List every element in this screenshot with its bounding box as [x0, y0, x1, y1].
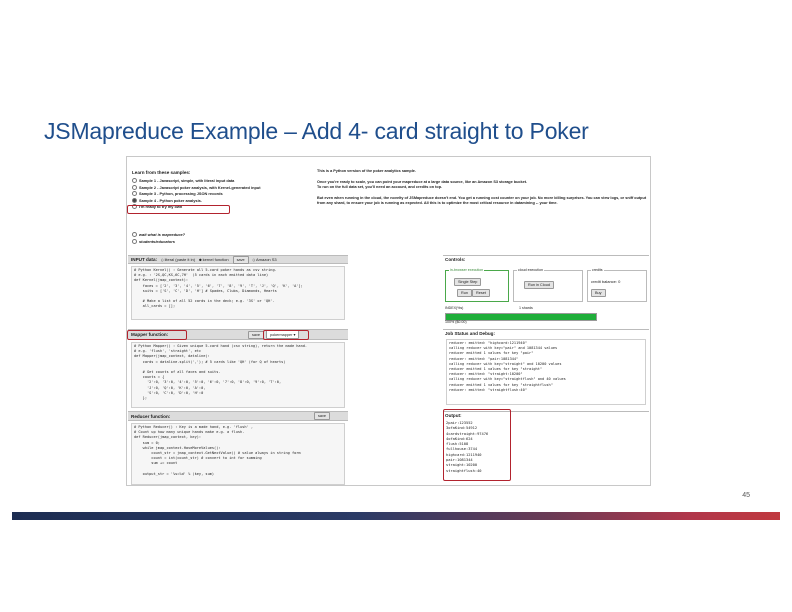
- reset-button[interactable]: Reset: [472, 289, 490, 297]
- browser-exec-group: in-browser execution Single Step Run Res…: [445, 268, 509, 302]
- highlight-mapper-select: [263, 330, 309, 340]
- highlight-mapper-label: [127, 330, 187, 340]
- input-panel: INPUT data: ○ literal (paste it in) ● ke…: [128, 255, 348, 322]
- mapper-panel: Mapper function: save pokermapper ▾ # Py…: [128, 329, 348, 410]
- description-p3: To run on the full data set, you'll need…: [317, 185, 443, 190]
- buy-button[interactable]: Buy: [591, 289, 606, 297]
- slide-title: JSMapreduce Example – Add 4- card straig…: [44, 118, 589, 144]
- input-save-button[interactable]: save: [232, 255, 249, 264]
- progress-bar: [445, 313, 597, 321]
- description-panel: This is a Python version of the poker an…: [317, 169, 647, 253]
- job-status-panel: Job Status and Debug: reducer: emitted: …: [443, 329, 649, 410]
- controls-label: Controls:: [445, 257, 466, 262]
- progress-left-label: INDEX(%s): [445, 306, 464, 310]
- input-option-literal[interactable]: ○ literal (paste it in): [161, 257, 195, 262]
- sample-label: Sample 1 - Javascript, simple, with lite…: [139, 178, 235, 183]
- credits-group: credits credit balance: 0 Buy: [587, 268, 647, 302]
- radio-icon: [132, 191, 137, 197]
- input-label: INPUT data:: [131, 257, 158, 262]
- extra-link[interactable]: students/educators: [132, 239, 312, 246]
- input-option-kernel[interactable]: ● kernel function: [199, 257, 229, 262]
- mapper-code-editor[interactable]: # Python Mapper() : Given unique 5-card …: [131, 342, 345, 408]
- reducer-panel: Reducer function: save # Python Reducer(…: [128, 411, 348, 485]
- job-status-label: Job Status and Debug:: [445, 331, 496, 336]
- learn-heading: Learn from these samples:: [132, 170, 191, 175]
- radio-icon: [132, 184, 137, 190]
- highlight-output: [443, 409, 511, 481]
- reducer-label: Reducer function:: [131, 413, 171, 419]
- app-screenshot: Learn from these samples: Sample 1 - Jav…: [126, 156, 651, 486]
- sample-label: Sample 4 - Python poker analysis.: [139, 197, 202, 203]
- progress-text: 100% ($0.00): [445, 320, 467, 324]
- input-option-s3[interactable]: ○ Amazon S3: [253, 257, 277, 262]
- single-step-button[interactable]: Single Step: [454, 278, 482, 286]
- radio-icon: [132, 232, 137, 238]
- controls-panel: Controls: in-browser execution Single St…: [443, 255, 649, 326]
- credit-balance: credit balance: 0: [591, 279, 621, 284]
- job-status-log: reducer: emitted: "highcard:1211940" cal…: [446, 339, 646, 405]
- description-p4: But even when running in the cloud, the …: [317, 195, 647, 206]
- input-code-editor[interactable]: # Python Kernel() : Generate all 5-card …: [131, 266, 345, 320]
- page-number: 45: [742, 492, 750, 499]
- sample-label: Sample 3 - Python, processing JSON recor…: [139, 191, 223, 196]
- run-in-cloud-button[interactable]: Run in Cloud: [524, 281, 554, 289]
- radio-icon: [132, 178, 137, 184]
- cloud-exec-group: cloud execution Run in Cloud: [513, 268, 583, 302]
- reducer-code-editor[interactable]: # Python Reducer() : Key is a made hand,…: [131, 423, 345, 485]
- highlight-sample4: [127, 205, 230, 214]
- sample-label: Sample 2 - Javascript poker analysis, wi…: [139, 184, 261, 190]
- run-button[interactable]: Run: [457, 289, 472, 297]
- radio-icon: [132, 238, 137, 244]
- footer-bar: [12, 512, 780, 520]
- extra-link-label: students/educators: [139, 238, 175, 244]
- progress-fill: [446, 314, 596, 320]
- mapper-save-button[interactable]: save: [248, 330, 265, 339]
- reducer-save-button[interactable]: save: [314, 412, 331, 420]
- progress-right-label: 1 shards: [519, 306, 533, 310]
- description-p1: This is a Python version of the poker an…: [317, 169, 416, 173]
- extra-link-label: wait what is mapreduce?: [139, 232, 186, 237]
- radio-icon: [132, 197, 137, 203]
